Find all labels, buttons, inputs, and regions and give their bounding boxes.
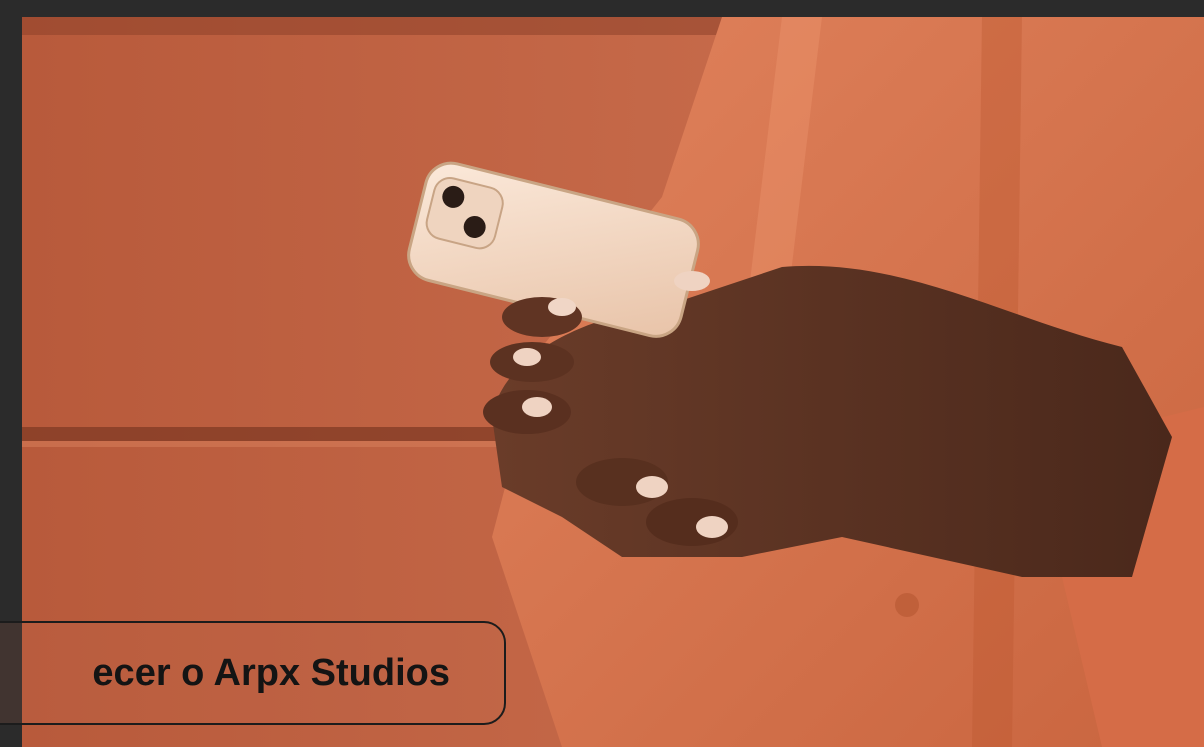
cta-button[interactable]: ecer o Arpx Studios [0,621,506,725]
cta-button-label: ecer o Arpx Studios [92,651,450,694]
page-frame: ecer o Arpx Studios [0,0,1204,747]
